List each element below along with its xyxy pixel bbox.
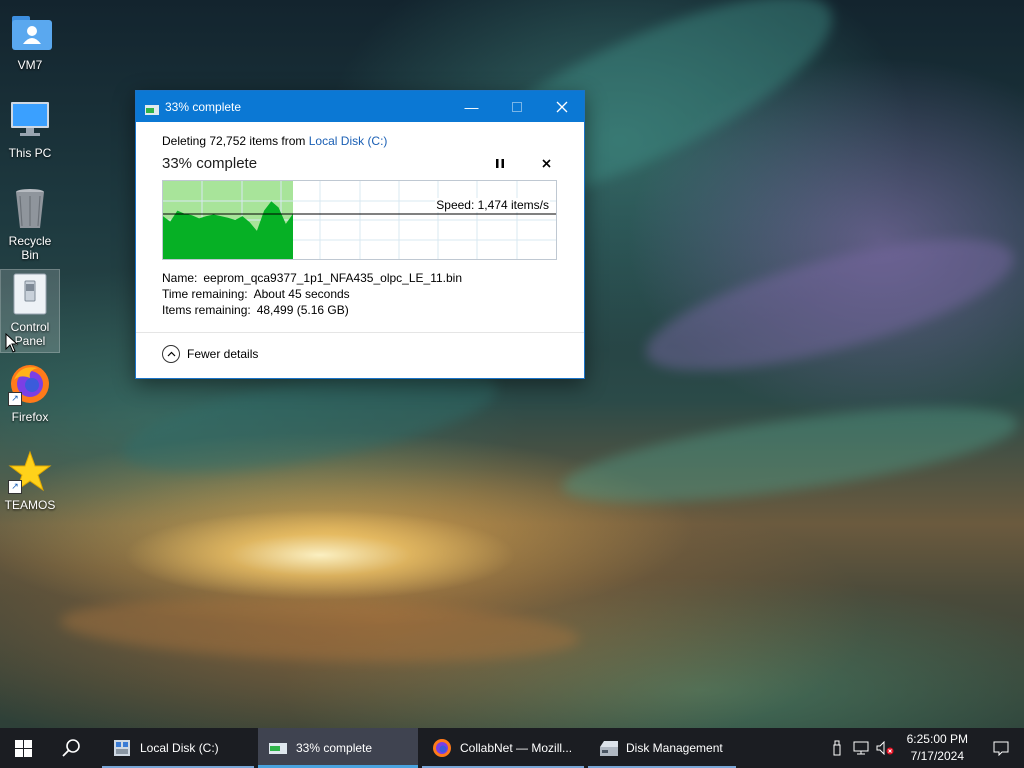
firefox-icon: ↗: [8, 362, 52, 406]
close-button[interactable]: [539, 91, 584, 122]
notification-icon: [993, 741, 1009, 756]
items-remaining-value: 48,499 (5.16 GB): [256, 303, 349, 317]
recycle-bin-icon: [8, 186, 52, 230]
taskbar-item-progress[interactable]: 33% complete: [258, 728, 418, 768]
volume-muted-icon[interactable]: [873, 728, 897, 768]
fewer-details-button[interactable]: Fewer details: [162, 345, 258, 363]
pause-button[interactable]: [488, 152, 512, 174]
firefox-icon: [432, 738, 452, 758]
time-remaining-row: Time remaining: About 45 seconds: [162, 286, 558, 302]
name-row: Name: eeprom_qca9377_1p1_NFA435_olpc_LE_1…: [162, 270, 558, 286]
desktop-icon-label: TEAMOS: [4, 498, 56, 512]
time-remaining-value: About 45 seconds: [253, 287, 350, 301]
desktop-icon-label: VM7: [17, 58, 43, 72]
time-remaining-label: Time remaining:: [162, 287, 248, 301]
operation-prefix: Deleting 72,752 items from: [162, 134, 309, 148]
maximize-button[interactable]: [494, 91, 539, 122]
desktop-icon-recycle-bin[interactable]: Recycle Bin: [1, 186, 59, 262]
dialog-titlebar[interactable]: 33% complete —: [136, 91, 584, 122]
desktop-icon-label: Firefox: [11, 410, 49, 424]
windows-logo-icon: [15, 739, 32, 757]
percent-complete-heading: 33% complete: [162, 154, 258, 172]
operation-description: Deleting 72,752 items from Local Disk (C…: [162, 134, 558, 148]
taskbar-item-firefox[interactable]: CollabNet — Mozill...: [422, 728, 584, 768]
search-button[interactable]: [47, 728, 94, 768]
items-remaining-label: Items remaining:: [162, 303, 251, 317]
delete-progress-dialog: 33% complete — Deleting 72,752 items fro…: [135, 90, 585, 379]
items-remaining-row: Items remaining: 48,499 (5.16 GB): [162, 302, 558, 318]
taskbar-item-label: Local Disk (C:): [140, 741, 219, 755]
divider: [136, 332, 584, 333]
desktop-icon-teamos[interactable]: ↗ TEAMOS: [1, 450, 59, 512]
taskbar-item-label: CollabNet — Mozill...: [460, 741, 573, 755]
desktop-icon-firefox[interactable]: ↗ Firefox: [1, 362, 59, 424]
details-section: Name: eeprom_qca9377_1p1_NFA435_olpc_LE_1…: [162, 270, 558, 318]
taskbar: Local Disk (C:) 33% complete CollabNet —…: [0, 728, 1024, 768]
name-label: Name:: [162, 271, 198, 285]
clock[interactable]: 6:25:00 PM 7/17/2024: [897, 731, 978, 765]
user-folder-icon: [8, 10, 52, 54]
search-icon: [61, 739, 80, 757]
system-tray: 6:25:00 PM 7/17/2024: [825, 728, 1024, 768]
clock-time: 6:25:00 PM: [906, 732, 968, 746]
start-button[interactable]: [0, 728, 47, 768]
taskbar-item-disk-management[interactable]: Disk Management: [588, 728, 736, 768]
speed-graph: Speed: 1,474 items/s: [162, 180, 557, 260]
desktop-icon-vm7[interactable]: VM7: [1, 10, 59, 72]
name-value: eeprom_qca9377_1p1_NFA435_olpc_LE_11.bin: [203, 271, 462, 285]
monitor-icon: [8, 98, 52, 142]
network-icon[interactable]: [849, 728, 873, 768]
pause-icon: [496, 158, 504, 168]
notifications-button[interactable]: [978, 728, 1024, 768]
desktop-icon-label: This PC: [8, 146, 52, 160]
star-icon: ↗: [8, 450, 52, 494]
speed-label: Speed: 1,474 items/s: [435, 198, 550, 212]
usb-device-icon[interactable]: [825, 728, 849, 768]
dialog-title: 33% complete: [165, 99, 242, 114]
shortcut-arrow-icon: ↗: [8, 392, 22, 406]
clock-date: 7/17/2024: [910, 749, 964, 763]
close-icon: [556, 101, 567, 112]
cancel-operation-button[interactable]: [534, 152, 558, 174]
taskbar-item-label: 33% complete: [296, 741, 373, 755]
file-explorer-icon: [112, 738, 132, 758]
taskbar-item-local-disk[interactable]: Local Disk (C:): [102, 728, 254, 768]
shortcut-arrow-icon: ↗: [8, 480, 22, 494]
taskbar-item-label: Disk Management: [626, 741, 723, 755]
disk-management-icon: [598, 738, 618, 758]
fewer-details-label: Fewer details: [187, 347, 259, 361]
copy-progress-icon: [268, 738, 288, 758]
mouse-cursor-icon: [5, 333, 19, 353]
source-location-link[interactable]: Local Disk (C:): [309, 134, 388, 148]
close-icon: [541, 158, 551, 168]
control-panel-icon: [8, 272, 52, 316]
desktop-icon-label: Recycle Bin: [8, 234, 52, 262]
copy-progress-icon: [145, 102, 159, 115]
minimize-button[interactable]: —: [449, 91, 494, 122]
chevron-up-icon: [162, 345, 180, 363]
desktop-icon-this-pc[interactable]: This PC: [1, 98, 59, 160]
